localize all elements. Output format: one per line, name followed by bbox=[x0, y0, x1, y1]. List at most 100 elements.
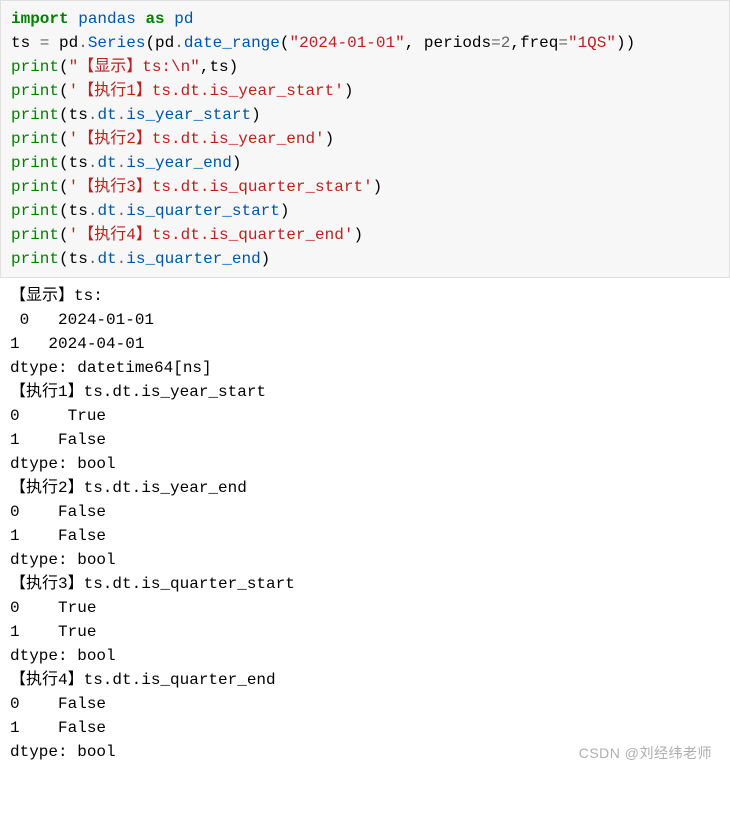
builtin-print: print bbox=[11, 106, 59, 124]
paren: ( bbox=[59, 154, 69, 172]
kwarg: freq bbox=[520, 34, 558, 52]
builtin-print: print bbox=[11, 58, 59, 76]
string: '【执行2】ts.dt.is_year_end' bbox=[69, 130, 325, 148]
dot: . bbox=[88, 106, 98, 124]
paren: ( bbox=[59, 130, 69, 148]
paren: ) bbox=[325, 130, 335, 148]
alias-name: pd bbox=[174, 10, 193, 28]
paren: ) bbox=[373, 178, 383, 196]
code-line: print("【显示】ts:\n",ts) bbox=[11, 58, 238, 76]
attr: is_year_start bbox=[126, 106, 251, 124]
output-line: 0 True bbox=[10, 407, 106, 425]
output-line: dtype: bool bbox=[10, 455, 116, 473]
string: '【执行1】ts.dt.is_year_start' bbox=[69, 82, 344, 100]
code-cell: import pandas as pd ts = pd.Series(pd.da… bbox=[0, 0, 730, 278]
paren: )) bbox=[616, 34, 635, 52]
paren: ) bbox=[232, 154, 242, 172]
ns: pd bbox=[59, 34, 78, 52]
builtin-print: print bbox=[11, 226, 59, 244]
output-line: 1 False bbox=[10, 431, 106, 449]
dot: . bbox=[88, 154, 98, 172]
paren: ( bbox=[59, 250, 69, 268]
code-line: import pandas as pd bbox=[11, 10, 193, 28]
string: "2024-01-01" bbox=[289, 34, 404, 52]
attr: is_quarter_end bbox=[126, 250, 260, 268]
output-line: 【执行4】ts.dt.is_quarter_end bbox=[10, 671, 276, 689]
watermark-text: CSDN @刘经纬老师 bbox=[579, 743, 712, 764]
builtin-print: print bbox=[11, 154, 59, 172]
code-line: print(ts.dt.is_year_start) bbox=[11, 106, 261, 124]
attr: is_year_end bbox=[126, 154, 232, 172]
string: '【执行4】ts.dt.is_quarter_end' bbox=[69, 226, 354, 244]
code-line: ts = pd.Series(pd.date_range("2024-01-01… bbox=[11, 34, 635, 52]
paren: ) bbox=[251, 106, 261, 124]
code-line: print('【执行4】ts.dt.is_quarter_end') bbox=[11, 226, 363, 244]
ns: pd bbox=[155, 34, 174, 52]
attr: is_quarter_start bbox=[126, 202, 280, 220]
paren: ) bbox=[229, 58, 239, 76]
output-line: 1 2024-04-01 bbox=[10, 335, 144, 353]
output-line: dtype: datetime64[ns] bbox=[10, 359, 212, 377]
builtin-print: print bbox=[11, 250, 59, 268]
comma: , bbox=[200, 58, 210, 76]
paren: ( bbox=[59, 58, 69, 76]
output-line: 1 False bbox=[10, 527, 106, 545]
output-line: 【显示】ts: bbox=[10, 287, 103, 305]
dot: . bbox=[88, 202, 98, 220]
output-line: 0 True bbox=[10, 599, 96, 617]
attr: dt bbox=[97, 106, 116, 124]
code-line: print(ts.dt.is_quarter_end) bbox=[11, 250, 270, 268]
number: 2 bbox=[501, 34, 511, 52]
code-line: print(ts.dt.is_quarter_start) bbox=[11, 202, 289, 220]
code-line: print('【执行2】ts.dt.is_year_end') bbox=[11, 130, 334, 148]
output-line: dtype: bool bbox=[10, 743, 116, 761]
comma: , bbox=[510, 34, 520, 52]
code-line: print(ts.dt.is_year_end) bbox=[11, 154, 241, 172]
output-cell: 【显示】ts: 0 2024-01-01 1 2024-04-01 dtype:… bbox=[0, 278, 730, 770]
var: ts bbox=[69, 250, 88, 268]
paren: ( bbox=[59, 106, 69, 124]
string: '【执行3】ts.dt.is_quarter_start' bbox=[69, 178, 373, 196]
paren: ) bbox=[280, 202, 290, 220]
code-line: print('【执行1】ts.dt.is_year_start') bbox=[11, 82, 353, 100]
output-line: 0 False bbox=[10, 695, 106, 713]
string: "【显示】ts:\n" bbox=[69, 58, 200, 76]
builtin-print: print bbox=[11, 82, 59, 100]
var-name: ts bbox=[11, 34, 30, 52]
dot: . bbox=[117, 250, 127, 268]
dot: . bbox=[78, 34, 88, 52]
operator: = bbox=[30, 34, 59, 52]
code-line: print('【执行3】ts.dt.is_quarter_start') bbox=[11, 178, 382, 196]
comma: , bbox=[405, 34, 424, 52]
eq: = bbox=[491, 34, 501, 52]
paren: ( bbox=[59, 178, 69, 196]
attr: Series bbox=[88, 34, 146, 52]
output-line: dtype: bool bbox=[10, 551, 116, 569]
var: ts bbox=[69, 154, 88, 172]
attr: date_range bbox=[184, 34, 280, 52]
string: "1QS" bbox=[568, 34, 616, 52]
output-line: 【执行3】ts.dt.is_quarter_start bbox=[10, 575, 295, 593]
paren: ( bbox=[59, 226, 69, 244]
output-line: dtype: bool bbox=[10, 647, 116, 665]
keyword-import: import bbox=[11, 10, 69, 28]
paren: ) bbox=[353, 226, 363, 244]
output-line: 0 2024-01-01 bbox=[10, 311, 154, 329]
var: ts bbox=[69, 106, 88, 124]
dot: . bbox=[174, 34, 184, 52]
attr: dt bbox=[97, 202, 116, 220]
dot: . bbox=[117, 106, 127, 124]
output-line: 【执行2】ts.dt.is_year_end bbox=[10, 479, 247, 497]
var: ts bbox=[209, 58, 228, 76]
builtin-print: print bbox=[11, 178, 59, 196]
module-name: pandas bbox=[78, 10, 136, 28]
dot: . bbox=[117, 202, 127, 220]
eq: = bbox=[558, 34, 568, 52]
kwarg: periods bbox=[424, 34, 491, 52]
output-line: 0 False bbox=[10, 503, 106, 521]
builtin-print: print bbox=[11, 130, 59, 148]
keyword-as: as bbox=[145, 10, 164, 28]
attr: dt bbox=[97, 154, 116, 172]
var: ts bbox=[69, 202, 88, 220]
dot: . bbox=[117, 154, 127, 172]
